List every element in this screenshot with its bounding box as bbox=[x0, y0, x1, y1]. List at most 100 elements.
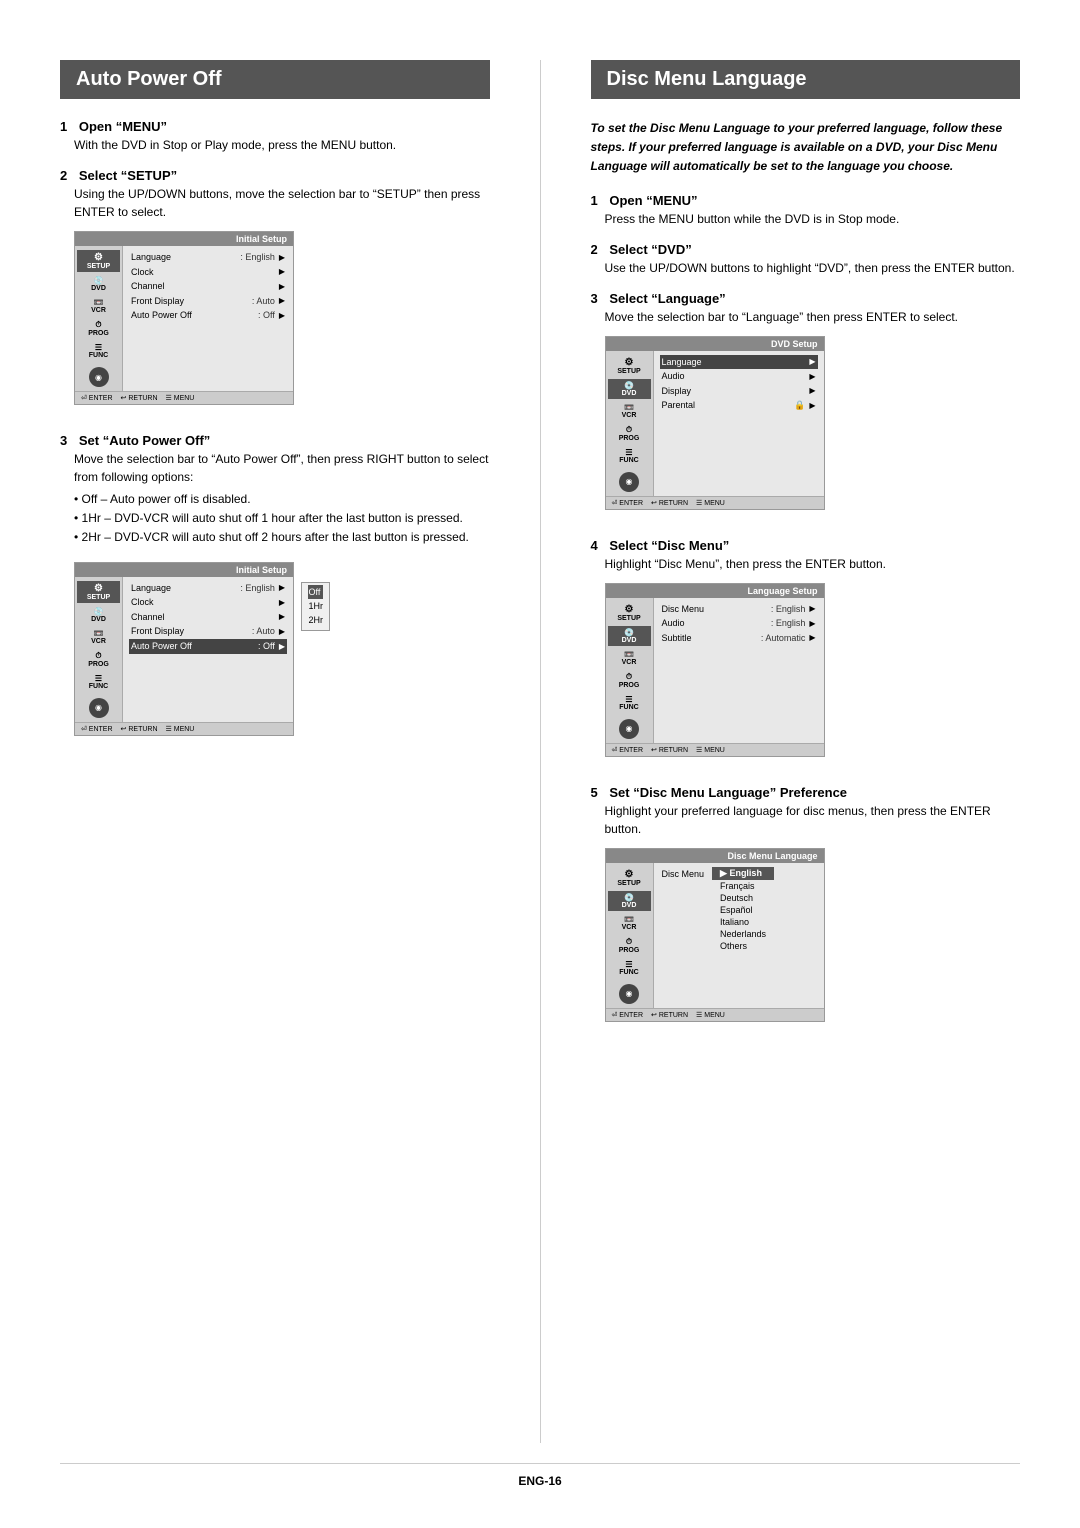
popup-others: Others bbox=[712, 940, 774, 952]
osd-lang-footer: ⏎ ENTER ↩ RETURN ☰ MENU bbox=[606, 743, 824, 756]
sidebar-disc-icon: ◉ bbox=[89, 367, 109, 387]
popup-espanol: Español bbox=[712, 904, 774, 916]
page-footer: ENG-16 bbox=[60, 1463, 1020, 1488]
osd-screen-2: Initial Setup SETUP DVD VCR PROG FUNC ◉ bbox=[74, 562, 294, 736]
osd-disc-lang-sidebar: SETUP DVD VCR PROG FUNC ◉ bbox=[606, 863, 654, 1008]
right-step-title-3: Select “Language” bbox=[609, 291, 725, 306]
osd2-row-frontdisplay: Front Display : Auto ▶ bbox=[129, 624, 287, 639]
sidebar-prog: PROG bbox=[77, 318, 120, 339]
osd-dvd-row-language: Language ▶ bbox=[660, 355, 818, 370]
osd-disc-lang-sidebar-dvd: DVD bbox=[608, 891, 651, 911]
osd-lang-row-subtitle: Subtitle : Automatic ▶ bbox=[660, 631, 818, 646]
right-step-body-2: Use the UP/DOWN buttons to highlight “DV… bbox=[605, 259, 1021, 277]
column-divider bbox=[540, 60, 541, 1443]
step-title-2: Select “SETUP” bbox=[79, 168, 177, 183]
osd-screen-1: Initial Setup SETUP DVD VCR PROG FUNC ◉ bbox=[74, 231, 294, 405]
right-step-body-5: Highlight your preferred language for di… bbox=[605, 802, 1021, 838]
right-section-title: Disc Menu Language bbox=[591, 60, 1021, 99]
auto-power-off-popup: Off 1Hr 2Hr bbox=[301, 582, 330, 631]
sidebar-setup: SETUP bbox=[77, 250, 120, 272]
osd2-title: Initial Setup bbox=[75, 563, 293, 577]
step-3-bullets: Off – Auto power off is disabled. 1Hr – … bbox=[74, 490, 490, 548]
osd-lang-sidebar-func: FUNC bbox=[608, 693, 651, 713]
step-body-3: Move the selection bar to “Auto Power Of… bbox=[74, 450, 490, 486]
osd-dvd-wrapper: DVD Setup SETUP DVD VCR PROG FUNC ◉ bbox=[591, 326, 825, 524]
osd-lang-sidebar-vcr: VCR bbox=[608, 648, 651, 668]
step-title-1: Open “MENU” bbox=[79, 119, 167, 134]
osd1-row-clock: Clock ▶ bbox=[129, 265, 287, 280]
bullet-2hr: 2Hr – DVD-VCR will auto shut off 2 hours… bbox=[74, 528, 490, 547]
osd2-sidebar-prog: PROG bbox=[77, 649, 120, 670]
osd2-menu: Language : English ▶ Clock ▶ Channel bbox=[123, 577, 293, 722]
osd-dvd-disc: ◉ bbox=[619, 472, 639, 492]
osd2-content: SETUP DVD VCR PROG FUNC ◉ Language : bbox=[75, 577, 293, 722]
osd-disc-lang-wrapper: Disc Menu Language SETUP DVD VCR PROG FU… bbox=[591, 838, 825, 1036]
right-step-2: 2 Select “DVD” Use the UP/DOWN buttons t… bbox=[591, 242, 1021, 277]
osd-dvd-sidebar: SETUP DVD VCR PROG FUNC ◉ bbox=[606, 351, 654, 496]
osd-lang-sidebar-prog: PROG bbox=[608, 670, 651, 691]
right-step-number-5: 5 bbox=[591, 785, 598, 800]
right-step-4: 4 Select “Disc Menu” Highlight “Disc Men… bbox=[591, 538, 1021, 771]
osd-disc-lang-title: Disc Menu Language bbox=[606, 849, 824, 863]
popup-italiano: Italiano bbox=[712, 916, 774, 928]
step-body-2: Using the UP/DOWN buttons, move the sele… bbox=[74, 185, 490, 221]
right-step-title-2: Select “DVD” bbox=[609, 242, 691, 257]
osd-disc-lang: Disc Menu Language SETUP DVD VCR PROG FU… bbox=[605, 848, 825, 1022]
osd2-sidebar-dvd: DVD bbox=[77, 605, 120, 625]
osd2-row-autopoweroff: Auto Power Off : Off ▶ bbox=[129, 639, 287, 654]
sidebar-dvd: DVD bbox=[77, 274, 120, 294]
popup-nederlands: Nederlands bbox=[712, 928, 774, 940]
osd-lang-content: SETUP DVD VCR PROG FUNC ◉ Disc Menu : bbox=[606, 598, 824, 743]
page: Auto Power Off 1 Open “MENU” With the DV… bbox=[0, 0, 1080, 1528]
osd-lang-disc: ◉ bbox=[619, 719, 639, 739]
step-title-3: Set “Auto Power Off” bbox=[79, 433, 210, 448]
osd2-sidebar-func: FUNC bbox=[77, 672, 120, 692]
osd-lang-menu: Disc Menu : English ▶ Audio : English ▶ bbox=[654, 598, 824, 743]
osd-dvd-row-display: Display ▶ bbox=[660, 384, 818, 399]
right-step-3: 3 Select “Language” Move the selection b… bbox=[591, 291, 1021, 524]
osd2-disc-icon: ◉ bbox=[89, 698, 109, 718]
osd-lang-row-audio: Audio : English ▶ bbox=[660, 616, 818, 631]
osd2-sidebar: SETUP DVD VCR PROG FUNC ◉ bbox=[75, 577, 123, 722]
popup-deutsch: Deutsch bbox=[712, 892, 774, 904]
right-column: Disc Menu Language To set the Disc Menu … bbox=[591, 60, 1021, 1443]
step-number-3: 3 bbox=[60, 433, 67, 448]
disc-menu-label: Disc Menu bbox=[660, 867, 707, 881]
osd1-content: SETUP DVD VCR PROG FUNC ◉ Language : bbox=[75, 246, 293, 391]
popup-francais: Français bbox=[712, 880, 774, 892]
popup-1hr: 1Hr bbox=[308, 599, 323, 613]
osd-lang-wrapper: Language Setup SETUP DVD VCR PROG FUNC ◉ bbox=[591, 573, 825, 771]
step-number-1: 1 bbox=[60, 119, 67, 134]
sidebar-vcr: VCR bbox=[77, 296, 120, 316]
right-step-title-1: Open “MENU” bbox=[609, 193, 697, 208]
osd-dvd-row-audio: Audio ▶ bbox=[660, 369, 818, 384]
left-section-title: Auto Power Off bbox=[60, 60, 490, 99]
right-step-body-3: Move the selection bar to “Language” the… bbox=[605, 308, 1021, 326]
osd-lang-row-discmenu: Disc Menu : English ▶ bbox=[660, 602, 818, 617]
right-step-number-2: 2 bbox=[591, 242, 598, 257]
osd2-sidebar-vcr: VCR bbox=[77, 627, 120, 647]
step-number-2: 2 bbox=[60, 168, 67, 183]
popup-english: ▶ English bbox=[712, 867, 774, 880]
page-number: ENG-16 bbox=[518, 1474, 561, 1488]
right-step-number-1: 1 bbox=[591, 193, 598, 208]
osd1-title: Initial Setup bbox=[75, 232, 293, 246]
osd-lang-sidebar-setup: SETUP bbox=[608, 602, 651, 624]
popup-off: Off bbox=[308, 585, 323, 599]
osd-disc-lang-content: SETUP DVD VCR PROG FUNC ◉ Disc Menu bbox=[606, 863, 824, 1008]
osd2-row-channel: Channel ▶ bbox=[129, 610, 287, 625]
left-column: Auto Power Off 1 Open “MENU” With the DV… bbox=[60, 60, 490, 1443]
osd-dvd-sidebar-vcr: VCR bbox=[608, 401, 651, 421]
osd-dvd-row-parental: Parental 🔒 ▶ bbox=[660, 398, 818, 413]
osd-dvd-sidebar-dvd: DVD bbox=[608, 379, 651, 399]
osd1-menu: Language : English ▶ Clock ▶ Channel bbox=[123, 246, 293, 391]
osd-screen-2-wrapper: Initial Setup SETUP DVD VCR PROG FUNC ◉ bbox=[60, 552, 294, 750]
left-step-2: 2 Select “SETUP” Using the UP/DOWN butto… bbox=[60, 168, 490, 419]
osd-dvd-title: DVD Setup bbox=[606, 337, 824, 351]
osd-disc-lang-sidebar-prog: PROG bbox=[608, 935, 651, 956]
osd-disc-lang-sidebar-func: FUNC bbox=[608, 958, 651, 978]
osd-lang-sidebar: SETUP DVD VCR PROG FUNC ◉ bbox=[606, 598, 654, 743]
right-step-1: 1 Open “MENU” Press the MENU button whil… bbox=[591, 193, 1021, 228]
popup-2hr: 2Hr bbox=[308, 613, 323, 627]
step-body-1: With the DVD in Stop or Play mode, press… bbox=[74, 136, 490, 154]
